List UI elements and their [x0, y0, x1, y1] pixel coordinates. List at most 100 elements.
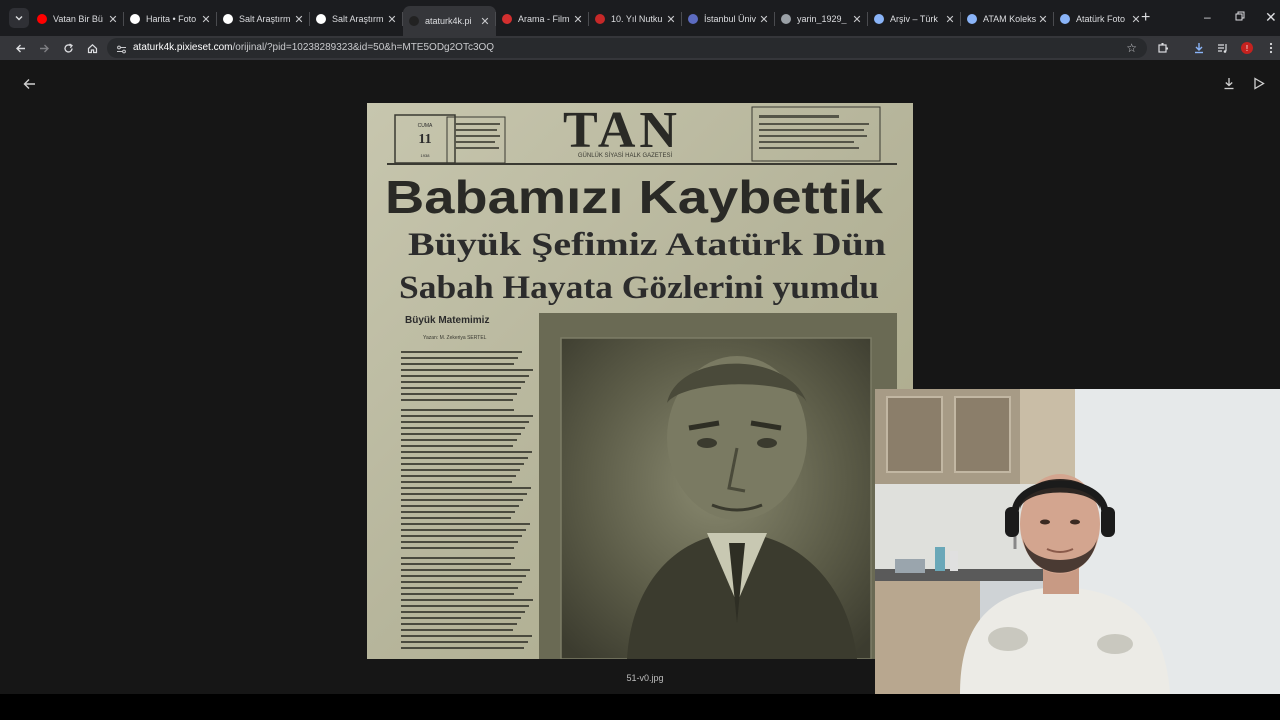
article-text-line [401, 605, 529, 607]
webcam-overlay [875, 389, 1280, 694]
tab-title: yarin_1929_ [797, 14, 847, 24]
salt-icon [316, 14, 326, 24]
article-text-line [401, 409, 514, 411]
article-text-line [401, 557, 515, 559]
close-tab-icon[interactable]: ✕ [386, 13, 398, 26]
downloads-button[interactable] [1191, 40, 1207, 56]
close-tab-icon[interactable]: ✕ [1037, 13, 1049, 26]
masthead-subtitle: GÜNLÜK SİYASİ HALK GAZETESİ [578, 152, 673, 159]
close-tab-icon[interactable]: ✕ [293, 13, 305, 26]
taskbar-strip [0, 694, 1280, 720]
tab-2[interactable]: Harita • Foto ✕ [124, 6, 217, 32]
tab-11[interactable]: ATAM Koleks ✕ [961, 6, 1054, 32]
article-text-line [401, 375, 529, 377]
close-tab-icon[interactable]: ✕ [479, 15, 491, 28]
article-text-line [401, 511, 515, 513]
article-text-line [401, 641, 528, 643]
close-tab-icon[interactable]: ✕ [944, 13, 956, 26]
article-text-line [401, 517, 511, 519]
article-byline: Yazan: M. Zekeriya SERTEL [423, 335, 487, 341]
close-tab-icon[interactable]: ✕ [851, 13, 863, 26]
tab-search-button[interactable] [9, 8, 29, 28]
article-text-line [401, 399, 513, 401]
archive-icon [874, 14, 884, 24]
tab-title: Harita • Foto [146, 14, 197, 24]
reload-button[interactable] [60, 40, 76, 56]
tab-7[interactable]: 10. Yıl Nutku ✕ [589, 6, 682, 32]
article-text-line [401, 381, 525, 383]
forward-button[interactable] [36, 40, 52, 56]
tab-title: Arama - Film [518, 14, 570, 24]
tab-6[interactable]: Arama - Film ✕ [496, 6, 589, 32]
tab-strip: Vatan Bir Bü ✕ Harita • Foto ✕ Salt Araştırm… [0, 0, 1280, 36]
reload-icon [63, 42, 73, 53]
playlist-icon [1218, 44, 1227, 53]
red-site-icon [502, 14, 512, 24]
tab-12[interactable]: Atatürk Foto ✕ [1054, 6, 1147, 32]
article-text-line [401, 427, 525, 429]
close-tab-icon[interactable]: ✕ [572, 13, 584, 26]
home-button[interactable] [84, 40, 100, 56]
article-text-line [401, 587, 518, 589]
article-text-line [401, 363, 514, 365]
webcam-feed [875, 389, 1280, 694]
subheadline-line-1: Büyük Şefimiz Atatürk Dün [408, 227, 886, 263]
tab-4[interactable]: Salt Araştırm ✕ [310, 6, 403, 32]
headline: Babamızı Kaybettik [385, 171, 883, 223]
tab-10[interactable]: Arşiv – Türk ✕ [868, 6, 961, 32]
youtube-icon [37, 14, 47, 24]
tab-5[interactable]: ataturk4k.pi ✕ [403, 6, 496, 36]
article-text-line [401, 463, 524, 465]
close-tab-icon[interactable]: ✕ [107, 13, 119, 26]
chevron-down-icon [15, 16, 23, 21]
article-text-line [401, 575, 526, 577]
close-tab-icon[interactable]: ✕ [665, 13, 677, 26]
site-info-icon[interactable] [116, 42, 127, 60]
bookmark-star-icon[interactable]: ☆ [1126, 41, 1137, 55]
article-text-line [401, 421, 529, 423]
tab-3[interactable]: Salt Araştırm ✕ [217, 6, 310, 32]
university-icon [688, 14, 698, 24]
tab-title: İstanbul Üniv [704, 14, 757, 24]
profile-button[interactable]: ! [1239, 40, 1255, 56]
article-text-line [401, 351, 522, 353]
newspaper-photo[interactable]: CUMA 11 1938 TAN GÜNLÜK SİYASİ HALK GAZE… [367, 103, 913, 659]
url-text[interactable]: ataturk4k.pixieset.com/orijinal/?pid=102… [133, 42, 494, 53]
article-text-line [401, 547, 514, 549]
close-window-button[interactable]: ✕ [1265, 9, 1277, 26]
article-text-line [401, 541, 518, 543]
minimize-button[interactable]: – [1204, 10, 1211, 24]
back-button[interactable] [12, 40, 28, 56]
article-text-line [401, 487, 531, 489]
extensions-button[interactable] [1155, 40, 1171, 56]
tab-1[interactable]: Vatan Bir Bü ✕ [31, 6, 124, 32]
new-tab-button[interactable]: + [1141, 9, 1150, 27]
article-text-line [401, 635, 532, 637]
pixieset-icon [409, 16, 419, 26]
media-controls-button[interactable] [1215, 40, 1231, 56]
viewer-back-button[interactable] [23, 77, 36, 95]
article-text-line [401, 387, 521, 389]
article-text-line [401, 647, 524, 649]
article-text-line [401, 469, 520, 471]
viewer-download-button[interactable] [1223, 77, 1235, 95]
slideshow-play-button[interactable] [1253, 77, 1265, 95]
tab-8[interactable]: İstanbul Üniv ✕ [682, 6, 775, 32]
restore-button[interactable] [1235, 10, 1245, 24]
site-icon [130, 14, 140, 24]
article-text-line [401, 499, 523, 501]
address-bar[interactable]: ataturk4k.pixieset.com/orijinal/?pid=102… [107, 38, 1147, 58]
article-text-line [401, 569, 530, 571]
tab-9[interactable]: yarin_1929_ ✕ [775, 6, 868, 32]
article-text-line [401, 599, 533, 601]
download-icon [1224, 78, 1234, 90]
article-text-line [401, 581, 522, 583]
play-icon [1254, 77, 1265, 90]
restore-icon [1235, 11, 1245, 21]
article-text-line [401, 535, 522, 537]
article-text-line [401, 623, 517, 625]
close-tab-icon[interactable]: ✕ [758, 13, 770, 26]
close-tab-icon[interactable]: ✕ [200, 13, 212, 26]
article-text-line [401, 415, 533, 417]
browser-menu-button[interactable] [1263, 40, 1279, 56]
